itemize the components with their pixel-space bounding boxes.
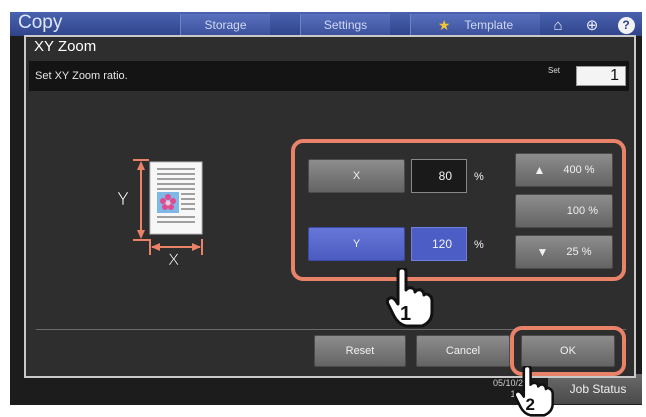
y-axis-letter: Y [117, 189, 129, 209]
tab-storage[interactable]: Storage [180, 14, 270, 36]
tab-template[interactable]: ★ Template [410, 14, 540, 36]
star-icon: ★ [437, 16, 451, 33]
tab-settings[interactable]: Settings [300, 14, 390, 36]
step-2-number: 2 [526, 395, 535, 414]
step-1-number: 1 [400, 303, 411, 325]
dialog-title: XY Zoom [34, 38, 97, 55]
job-status-button[interactable]: Job Status [548, 374, 642, 404]
tap-hand-icon-step-2: 2 [513, 366, 554, 417]
help-icon[interactable]: ? [608, 14, 642, 36]
set-count-field[interactable]: 1 [576, 66, 626, 86]
app-title: Copy [18, 12, 63, 33]
top-bar: Copy Storage Settings ★ Template ⌂ ⊕ ? [10, 12, 642, 36]
message-bar: Set XY Zoom ratio. Set 1 [29, 61, 629, 91]
reset-button[interactable]: Reset [314, 335, 406, 367]
set-label: Set [548, 66, 561, 75]
home-icon[interactable]: ⌂ [540, 14, 576, 36]
instruction-text: Set XY Zoom ratio. [35, 70, 128, 82]
tap-hand-icon-step-1: 1 [385, 268, 434, 328]
x-axis-letter: X [168, 250, 179, 267]
xy-zoom-illustration: Y X [117, 159, 203, 267]
y-dimension-arrow [133, 159, 149, 241]
globe-icon[interactable]: ⊕ [574, 14, 610, 36]
zoom-controls-highlight [291, 139, 626, 281]
tab-template-label: Template [464, 18, 514, 32]
cancel-button[interactable]: Cancel [416, 335, 510, 367]
